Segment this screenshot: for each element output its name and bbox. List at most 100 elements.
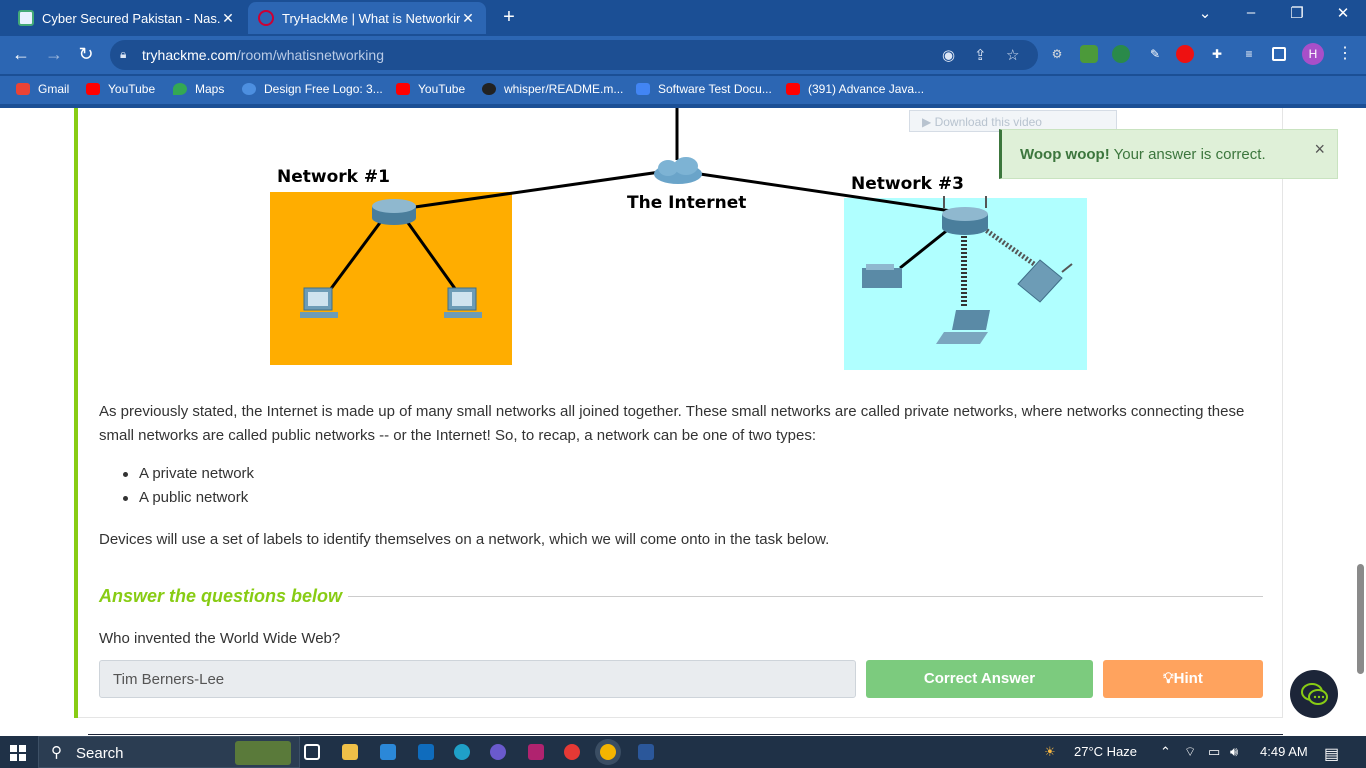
bookmark-gmail[interactable]: Gmail bbox=[16, 82, 69, 96]
settings-gear-icon[interactable]: ⚙ bbox=[1048, 45, 1066, 63]
hex-editor-icon[interactable] bbox=[528, 744, 544, 760]
page-content: Network #1 The Internet Network #3 ▶ Dow… bbox=[0, 108, 1366, 735]
tab-cyber-secured[interactable]: Cyber Secured Pakistan - Nas.io I ✕ bbox=[8, 2, 246, 34]
word-icon[interactable] bbox=[638, 744, 654, 760]
lock-icon: 🔒︎ bbox=[120, 47, 127, 61]
youtube-icon bbox=[396, 83, 410, 95]
browser-frame: Cyber Secured Pakistan - Nas.io I ✕ TryH… bbox=[0, 0, 1366, 108]
notifications-icon[interactable]: ▤ bbox=[1324, 744, 1339, 764]
internet-label: The Internet bbox=[627, 193, 746, 213]
network3-label: Network #3 bbox=[851, 174, 964, 194]
tray-chevron-icon[interactable]: ⌃ bbox=[1160, 744, 1171, 760]
side-panel-icon[interactable] bbox=[1272, 47, 1286, 61]
weather-text[interactable]: 27°C Haze bbox=[1074, 744, 1137, 759]
close-tab-icon[interactable]: ✕ bbox=[460, 10, 476, 27]
tab-search-chevron-icon[interactable]: ⌄ bbox=[1182, 4, 1228, 22]
lightbulb-icon: 💡︎ bbox=[1163, 670, 1174, 687]
chat-button[interactable] bbox=[1290, 670, 1338, 718]
bookmark-software-test[interactable]: Software Test Docu... bbox=[636, 82, 772, 96]
bookmarks-bar: Gmail YouTube Maps Design Free Logo: 3..… bbox=[0, 76, 1366, 104]
bookmark-advance-java[interactable]: (391) Advance Java... bbox=[786, 82, 924, 96]
devices-paragraph: Devices will use a set of labels to iden… bbox=[99, 531, 830, 548]
extension-globe-icon[interactable] bbox=[1112, 45, 1130, 63]
correct-answer-button[interactable]: Correct Answer bbox=[866, 660, 1093, 698]
back-icon[interactable]: ← bbox=[9, 44, 33, 65]
gmail-icon bbox=[16, 83, 30, 95]
extension-green-icon[interactable] bbox=[1080, 45, 1098, 63]
media-playlist-icon[interactable]: ≡ bbox=[1240, 45, 1258, 63]
url-text: tryhackme.com/room/whatisnetworking bbox=[142, 47, 384, 63]
search-icon: ⚲ bbox=[51, 744, 62, 761]
answers-heading: Answer the questions below bbox=[99, 586, 343, 606]
share-icon[interactable]: ⇪ bbox=[974, 46, 987, 64]
extension-stop-icon[interactable] bbox=[1176, 45, 1194, 63]
search-highlight-image bbox=[235, 741, 291, 765]
youtube-icon bbox=[86, 83, 100, 95]
extension-pen-icon[interactable]: ✎ bbox=[1146, 45, 1164, 63]
nas-favicon-icon bbox=[18, 10, 34, 26]
extensions-puzzle-icon[interactable]: ✚ bbox=[1208, 45, 1226, 63]
clock-time[interactable]: 4:49 AM bbox=[1260, 744, 1308, 759]
pc2-icon bbox=[444, 287, 482, 318]
tracking-blocked-icon[interactable]: ◉ bbox=[942, 46, 955, 64]
network1-label: Network #1 bbox=[277, 167, 390, 187]
toast-message: Your answer is correct. bbox=[1109, 146, 1266, 163]
page-scrollbar[interactable] bbox=[1357, 564, 1364, 674]
bookmark-youtube-2[interactable]: YouTube bbox=[396, 82, 465, 96]
success-toast: Woop woop! Your answer is correct. × bbox=[999, 129, 1338, 179]
maps-pin-icon bbox=[173, 83, 187, 95]
taskbar-search[interactable]: ⚲ Search bbox=[38, 736, 300, 768]
answer-field[interactable]: Tim Berners-Lee bbox=[99, 660, 856, 698]
answers-divider bbox=[348, 596, 1263, 597]
bullet-public-network: A public network bbox=[122, 489, 249, 506]
chrome-active-icon[interactable] bbox=[600, 744, 616, 760]
wifi-icon[interactable]: ⌔ bbox=[1184, 744, 1196, 760]
chat-bubble-icon bbox=[1301, 683, 1328, 705]
toast-close-icon[interactable]: × bbox=[1314, 139, 1325, 160]
close-window-icon[interactable]: ✕ bbox=[1320, 4, 1366, 22]
bookmark-star-icon[interactable]: ☆ bbox=[1006, 46, 1019, 64]
volume-icon[interactable]: 🔊︎ bbox=[1230, 744, 1238, 760]
toast-strong: Woop woop! bbox=[1020, 146, 1110, 163]
maximize-icon[interactable]: ❐ bbox=[1274, 4, 1320, 22]
pc1-icon bbox=[300, 287, 338, 318]
tab-title: TryHackMe | What is Networking bbox=[282, 10, 460, 26]
tab-title: Cyber Secured Pakistan - Nas.io I bbox=[42, 10, 220, 26]
chrome-icon[interactable] bbox=[564, 744, 580, 760]
reload-icon[interactable]: ↻ bbox=[74, 44, 98, 65]
task-view-icon[interactable] bbox=[304, 744, 320, 760]
kebab-menu-icon[interactable]: ⋮ bbox=[1336, 45, 1354, 63]
internet-cloud-icon bbox=[654, 157, 702, 184]
bullet-private-network: A private network bbox=[122, 465, 255, 482]
forward-icon[interactable]: → bbox=[42, 44, 66, 65]
link-network1-internet bbox=[393, 170, 661, 212]
weather-icon: ☀ bbox=[1044, 744, 1056, 759]
bookmark-maps[interactable]: Maps bbox=[173, 82, 224, 96]
windows-start-icon[interactable] bbox=[10, 745, 26, 761]
tab-bar: Cyber Secured Pakistan - Nas.io I ✕ TryH… bbox=[0, 0, 1366, 34]
footer-strip bbox=[88, 734, 1283, 735]
store-icon[interactable] bbox=[380, 744, 396, 760]
design-logo-icon bbox=[242, 83, 256, 95]
docs-icon bbox=[636, 83, 650, 95]
new-tab-icon[interactable]: + bbox=[498, 6, 520, 29]
hint-button[interactable]: 💡︎Hint bbox=[1103, 660, 1263, 698]
search-label: Search bbox=[76, 745, 124, 762]
minimize-icon[interactable]: – bbox=[1228, 4, 1274, 21]
mail-icon[interactable] bbox=[418, 744, 434, 760]
explanation-paragraph: As previously stated, the Internet is ma… bbox=[99, 403, 1245, 444]
close-tab-icon[interactable]: ✕ bbox=[220, 10, 236, 27]
question-text: Who invented the World Wide Web? bbox=[99, 630, 341, 647]
tab-tryhackme[interactable]: TryHackMe | What is Networking ✕ bbox=[248, 2, 486, 34]
battery-icon[interactable]: ▭ bbox=[1208, 744, 1220, 760]
edge-icon[interactable] bbox=[454, 744, 470, 760]
router1-icon bbox=[372, 199, 416, 225]
bookmark-youtube[interactable]: YouTube bbox=[86, 82, 155, 96]
address-bar[interactable]: 🔒︎ tryhackme.com/room/whatisnetworking ◉… bbox=[110, 40, 1038, 70]
bookmark-design-logo[interactable]: Design Free Logo: 3... bbox=[242, 82, 383, 96]
profile-avatar[interactable]: H bbox=[1302, 43, 1324, 65]
windows-taskbar: ⚲ Search ☀ 27°C Haze ⌃ ⌔ ▭ 🔊︎ 4:49 AM ▤ bbox=[0, 736, 1366, 768]
app-icon[interactable] bbox=[490, 744, 506, 760]
bookmark-whisper[interactable]: whisper/README.m... bbox=[482, 82, 623, 96]
file-explorer-icon[interactable] bbox=[342, 744, 358, 760]
